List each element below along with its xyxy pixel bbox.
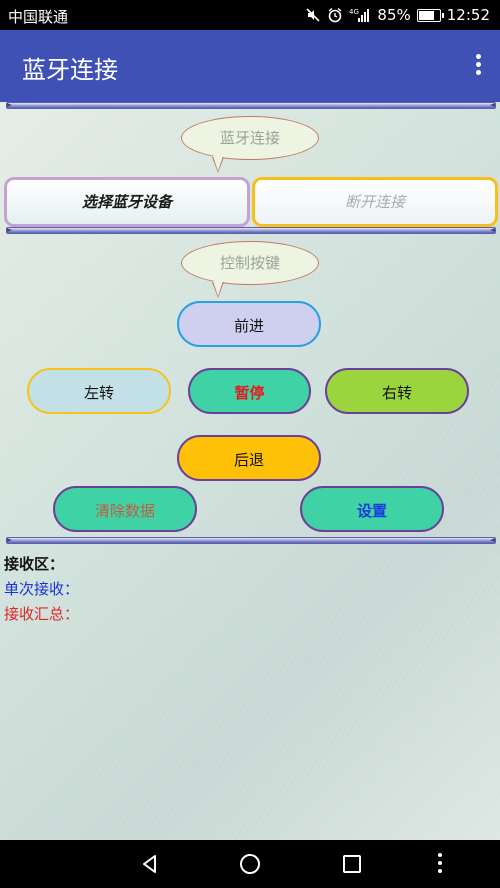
clock: 12:52 — [446, 6, 490, 24]
control-section-bubble: 控制按键 — [181, 241, 319, 298]
home-icon[interactable] — [240, 854, 260, 874]
carrier-name: 中国联通 — [8, 8, 69, 26]
signal-icon: 4G — [349, 6, 371, 24]
control-section-label: 控制按键 — [219, 254, 280, 272]
bluetooth-section-bubble: 蓝牙连接 — [181, 116, 319, 173]
turn-right-button[interactable]: 右转 — [325, 368, 469, 414]
main-content: 蓝牙连接 选择蓝牙设备 断开连接 控制按键 前进 左转 暂停 右转 后退 清除数… — [0, 102, 500, 840]
overflow-menu-icon[interactable] — [474, 54, 482, 78]
bluetooth-section-label: 蓝牙连接 — [219, 129, 280, 147]
receive-summary-label: 接收汇总： — [4, 605, 80, 623]
network-type-label: 4G — [349, 8, 359, 16]
pause-button[interactable]: 暂停 — [188, 368, 311, 414]
disconnect-button[interactable]: 断开连接 — [252, 177, 498, 227]
more-icon[interactable] — [437, 853, 443, 875]
battery-fill — [418, 10, 435, 20]
select-device-button[interactable]: 选择蓝牙设备 — [4, 177, 250, 227]
clear-data-button[interactable]: 清除数据 — [53, 486, 197, 532]
divider-top — [6, 102, 496, 109]
mute-icon — [305, 6, 321, 24]
battery-icon — [416, 6, 444, 24]
divider-bottom — [6, 537, 496, 544]
forward-button[interactable]: 前进 — [177, 301, 321, 347]
navigation-bar — [0, 840, 500, 888]
settings-button[interactable]: 设置 — [300, 486, 444, 532]
turn-left-button[interactable]: 左转 — [27, 368, 171, 414]
backward-button[interactable]: 后退 — [177, 435, 321, 481]
app-title: 蓝牙连接 — [22, 56, 118, 84]
divider-middle — [6, 227, 496, 234]
battery-percent: 85% — [377, 6, 411, 24]
receive-area-label: 接收区： — [4, 555, 65, 573]
back-icon[interactable] — [140, 854, 160, 874]
app-bar: 蓝牙连接 — [0, 30, 500, 102]
single-receive-label: 单次接收： — [4, 580, 80, 598]
alarm-icon — [327, 6, 343, 24]
recent-apps-icon[interactable] — [343, 855, 361, 873]
status-icons: 4G 85% 12:52 — [305, 6, 490, 24]
status-bar: 中国联通 4G 85% 12:52 — [0, 0, 500, 30]
